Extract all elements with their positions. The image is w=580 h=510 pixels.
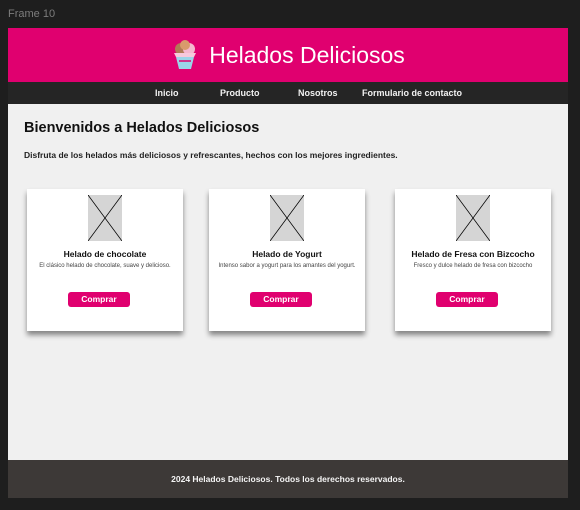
image-placeholder-icon <box>270 195 304 241</box>
site-footer: 2024 Helados Deliciosos. Todos los derec… <box>8 460 568 498</box>
page-frame: Helados Deliciosos Inicio Producto Nosot… <box>8 28 568 498</box>
frame-label: Frame 10 <box>8 8 56 20</box>
site-header: Helados Deliciosos <box>8 28 568 82</box>
site-title: Helados Deliciosos <box>209 41 405 68</box>
product-description: Intenso sabor a yogurt para los amantes … <box>218 263 356 269</box>
buy-button[interactable]: Comprar <box>68 292 130 307</box>
product-description: Fresco y dulce helado de fresa con bizco… <box>413 263 533 269</box>
image-placeholder-icon <box>456 195 490 241</box>
main-nav: Inicio Producto Nosotros Formulario de c… <box>8 82 568 104</box>
nav-item-nosotros[interactable]: Nosotros <box>298 88 338 98</box>
welcome-text: Disfruta de los helados más deliciosos y… <box>24 150 398 160</box>
product-title: Helado de Yogurt <box>252 249 322 259</box>
product-card: Helado de chocolate El clásico helado de… <box>27 189 183 331</box>
nav-item-producto[interactable]: Producto <box>220 88 260 98</box>
image-placeholder-icon <box>88 195 122 241</box>
product-card: Helado de Fresa con Bizcocho Fresco y du… <box>395 189 551 331</box>
welcome-title: Bienvenidos a Helados Deliciosos <box>24 120 260 136</box>
buy-button[interactable]: Comprar <box>250 292 312 307</box>
product-title: Helado de Fresa con Bizcocho <box>411 249 535 259</box>
buy-button[interactable]: Comprar <box>436 292 498 307</box>
nav-item-contacto[interactable]: Formulario de contacto <box>362 88 462 98</box>
product-title: Helado de chocolate <box>63 249 147 259</box>
product-card: Helado de Yogurt Intenso sabor a yogurt … <box>209 189 365 331</box>
ice-cream-cup-icon <box>174 39 197 69</box>
product-description: El clásico helado de chocolate, suave y … <box>39 263 171 269</box>
nav-item-inicio[interactable]: Inicio <box>155 88 179 98</box>
